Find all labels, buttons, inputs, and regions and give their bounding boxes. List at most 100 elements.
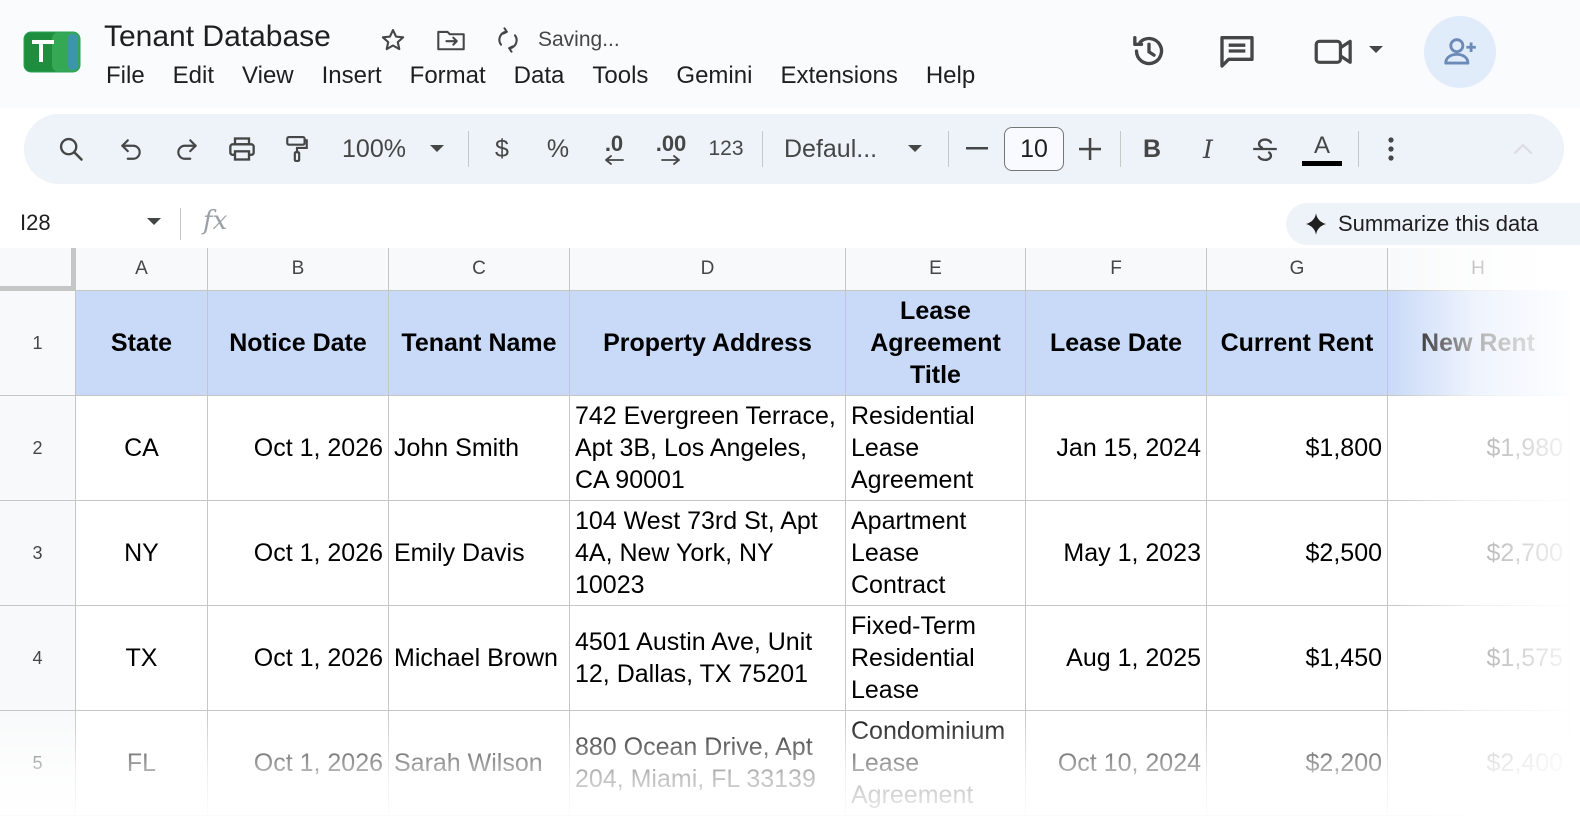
format-percent-button[interactable]: % — [538, 114, 578, 184]
menu-insert[interactable]: Insert — [308, 60, 396, 96]
version-history-icon[interactable] — [1124, 26, 1174, 76]
row-header-1[interactable]: 1 — [0, 291, 76, 396]
meet-dropdown-chevron-down-icon[interactable] — [1364, 36, 1388, 64]
table-cell[interactable]: 104 West 73rd St, Apt 4A, New York, NY 1… — [570, 501, 846, 606]
column-header-g[interactable]: G — [1207, 248, 1388, 291]
table-cell[interactable]: 880 Ocean Drive, Apt 204, Miami, FL 3313… — [570, 711, 846, 816]
table-cell[interactable]: $1,980 — [1388, 396, 1569, 501]
column-header-f[interactable]: F — [1026, 248, 1207, 291]
toolbar-divider — [468, 131, 469, 167]
header-cell[interactable]: State — [76, 291, 208, 396]
menu-help[interactable]: Help — [912, 60, 989, 96]
search-icon[interactable] — [50, 114, 92, 184]
name-box[interactable]: I28 — [20, 210, 51, 236]
header-cell[interactable]: Property Address — [570, 291, 846, 396]
paint-format-icon[interactable] — [276, 114, 318, 184]
table-cell[interactable]: $2,200 — [1207, 711, 1388, 816]
star-icon[interactable] — [377, 24, 409, 56]
table-cell[interactable]: TX — [76, 606, 208, 711]
summarize-data-button[interactable]: Summarize this data — [1286, 203, 1580, 245]
decrease-font-size-minus-icon[interactable] — [962, 114, 992, 184]
table-cell[interactable]: Apartment Lease Contract — [846, 501, 1026, 606]
table-cell[interactable]: NY — [76, 501, 208, 606]
increase-font-size-plus-icon[interactable] — [1074, 114, 1106, 184]
table-cell[interactable]: CA — [76, 396, 208, 501]
column-header-h[interactable]: H — [1388, 248, 1569, 291]
table-cell[interactable]: $1,575 — [1388, 606, 1569, 711]
menu-view[interactable]: View — [228, 60, 308, 96]
undo-icon[interactable] — [110, 114, 152, 184]
table-cell[interactable]: 742 Evergreen Terrace, Apt 3B, Los Angel… — [570, 396, 846, 501]
share-add-person-icon[interactable] — [1424, 16, 1496, 88]
table-cell[interactable]: Oct 1, 2026 — [208, 396, 389, 501]
more-formats-button[interactable]: 123 — [704, 114, 748, 184]
column-header-a[interactable]: A — [76, 248, 208, 291]
table-cell[interactable]: $2,700 — [1388, 501, 1569, 606]
table-cell[interactable]: Emily Davis — [389, 501, 570, 606]
collapse-toolbar-chevron-up-icon[interactable] — [1508, 114, 1538, 184]
menu-data[interactable]: Data — [500, 60, 579, 96]
header-cell[interactable]: Tenant Name — [389, 291, 570, 396]
table-cell[interactable]: $1,800 — [1207, 396, 1388, 501]
decrease-decimal-button[interactable]: .0 — [592, 114, 636, 184]
row-header-4[interactable]: 4 — [0, 606, 76, 711]
row-header-5[interactable]: 5 — [0, 711, 76, 816]
header-cell[interactable]: Lease Agreement Title — [846, 291, 1026, 396]
redo-icon[interactable] — [166, 114, 208, 184]
text-color-button[interactable]: A — [1300, 114, 1344, 184]
table-cell[interactable]: FL — [76, 711, 208, 816]
table-cell[interactable]: Jan 15, 2024 — [1026, 396, 1207, 501]
table-cell[interactable]: 4501 Austin Ave, Unit 12, Dallas, TX 752… — [570, 606, 846, 711]
bold-button[interactable]: B — [1134, 114, 1170, 184]
zoom-chevron-down-icon[interactable] — [424, 114, 450, 184]
column-header-c[interactable]: C — [389, 248, 570, 291]
table-cell[interactable]: Residential Lease Agreement — [846, 396, 1026, 501]
column-header-e[interactable]: E — [846, 248, 1026, 291]
row-header-2[interactable]: 2 — [0, 396, 76, 501]
font-family-select[interactable]: Defaul... — [784, 114, 888, 184]
meet-video-icon[interactable] — [1306, 26, 1362, 76]
table-cell[interactable]: Condominium Lease Agreement — [846, 711, 1026, 816]
header-cell[interactable]: Notice Date — [208, 291, 389, 396]
sheets-logo-icon[interactable] — [22, 30, 82, 74]
menu-format[interactable]: Format — [396, 60, 500, 96]
name-box-chevron-down-icon[interactable] — [146, 214, 162, 232]
print-icon[interactable] — [221, 114, 263, 184]
font-size-input[interactable]: 10 — [1004, 127, 1064, 171]
select-all-corner[interactable] — [0, 248, 76, 291]
table-cell[interactable]: Oct 10, 2024 — [1026, 711, 1207, 816]
row-header-3[interactable]: 3 — [0, 501, 76, 606]
table-cell[interactable]: $2,400 — [1388, 711, 1569, 816]
font-chevron-down-icon[interactable] — [902, 114, 928, 184]
table-cell[interactable]: Aug 1, 2025 — [1026, 606, 1207, 711]
header-cell[interactable]: New Rent — [1388, 291, 1569, 396]
table-cell[interactable]: John Smith — [389, 396, 570, 501]
header-cell[interactable]: Lease Date — [1026, 291, 1207, 396]
table-cell[interactable]: $1,450 — [1207, 606, 1388, 711]
table-cell[interactable]: Fixed-Term Residential Lease — [846, 606, 1026, 711]
strikethrough-icon[interactable] — [1246, 114, 1284, 184]
document-title[interactable]: Tenant Database — [104, 20, 331, 54]
column-header-d[interactable]: D — [570, 248, 846, 291]
move-folder-icon[interactable] — [435, 24, 467, 56]
table-cell[interactable]: Michael Brown — [389, 606, 570, 711]
column-header-b[interactable]: B — [208, 248, 389, 291]
increase-decimal-button[interactable]: .00 — [648, 114, 694, 184]
menu-edit[interactable]: Edit — [159, 60, 228, 96]
table-cell[interactable]: Sarah Wilson — [389, 711, 570, 816]
menu-gemini[interactable]: Gemini — [662, 60, 766, 96]
table-cell[interactable]: May 1, 2023 — [1026, 501, 1207, 606]
comments-icon[interactable] — [1212, 26, 1262, 76]
header-cell[interactable]: Current Rent — [1207, 291, 1388, 396]
menu-file[interactable]: File — [92, 60, 159, 96]
table-cell[interactable]: $2,500 — [1207, 501, 1388, 606]
menu-tools[interactable]: Tools — [578, 60, 662, 96]
more-options-kebab-icon[interactable] — [1374, 114, 1408, 184]
table-cell[interactable]: Oct 1, 2026 — [208, 711, 389, 816]
zoom-select[interactable]: 100% — [336, 114, 412, 184]
italic-button[interactable]: I — [1190, 114, 1226, 184]
menu-extensions[interactable]: Extensions — [766, 60, 911, 96]
format-currency-button[interactable]: $ — [484, 114, 520, 184]
table-cell[interactable]: Oct 1, 2026 — [208, 606, 389, 711]
table-cell[interactable]: Oct 1, 2026 — [208, 501, 389, 606]
